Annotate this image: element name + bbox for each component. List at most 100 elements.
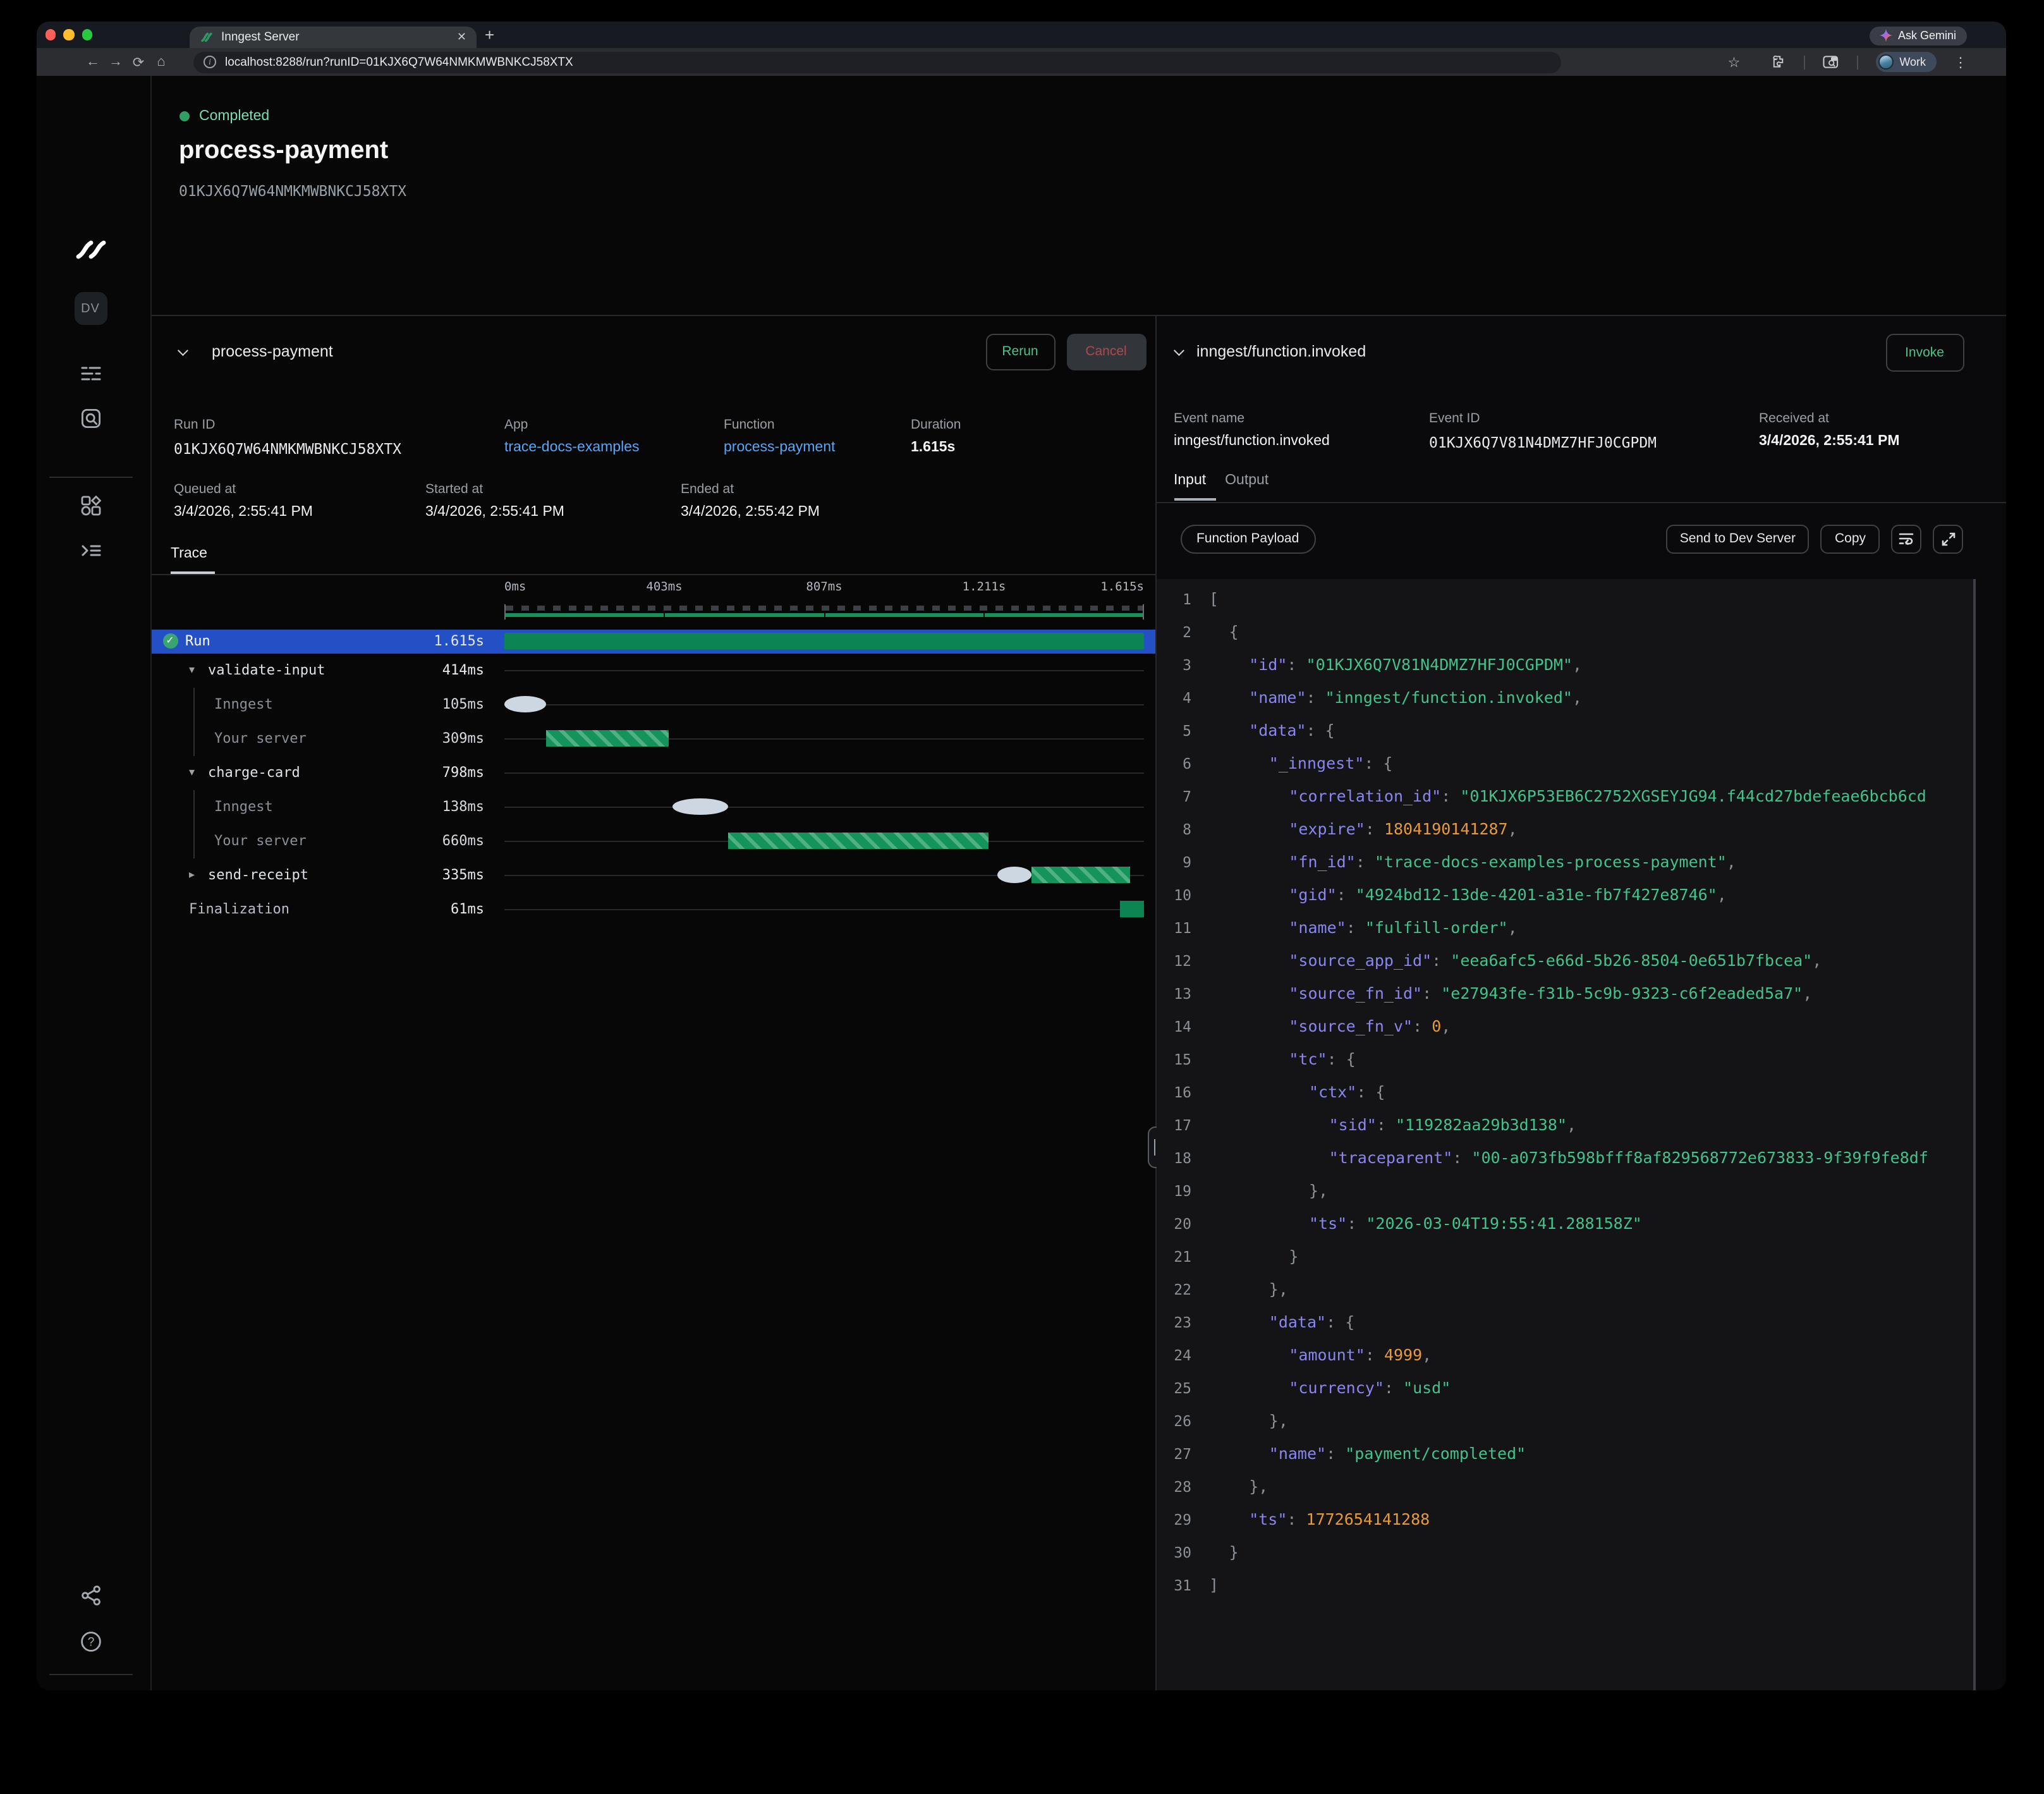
- browser-menu-icon[interactable]: ⋮: [1954, 54, 1968, 70]
- word-wrap-icon[interactable]: [1891, 524, 1921, 553]
- code-line: 21}: [1156, 1240, 1973, 1272]
- trace-row-your-server[interactable]: Your server309ms: [151, 721, 1155, 755]
- runs-filter-icon[interactable]: [80, 364, 100, 383]
- code-lines[interactable]: 1[2{3"id": "01KJX6Q7V81N4DMZ7HFJ0CGPDM",…: [1156, 578, 1973, 1690]
- span-bar[interactable]: [1120, 901, 1144, 917]
- timeline-track: [504, 772, 1144, 774]
- collapse-chevron-icon[interactable]: [177, 345, 188, 355]
- span-bar[interactable]: [673, 798, 727, 815]
- url-text[interactable]: localhost:8288/run?runID=01KJX6Q7W64NMKM…: [225, 55, 573, 69]
- timeline-axis: 0ms403ms807ms1.211s1.615s: [504, 580, 1144, 596]
- tab-input[interactable]: Input: [1174, 472, 1206, 487]
- back-button[interactable]: ←: [82, 54, 104, 70]
- span-label: Inngest: [214, 798, 273, 815]
- chevron-right-icon[interactable]: ▸: [189, 868, 195, 882]
- code-line: 27"name": "payment/completed": [1156, 1437, 1973, 1470]
- forward-button[interactable]: →: [104, 54, 127, 70]
- profile-name: Work: [1899, 56, 1926, 68]
- bookmark-star-icon[interactable]: ☆: [1728, 54, 1741, 70]
- close-window-button[interactable]: [45, 29, 56, 40]
- address-bar[interactable]: i localhost:8288/run?runID=01KJX6Q7W64NM…: [193, 51, 1561, 73]
- home-button[interactable]: ⌂: [150, 54, 173, 70]
- copy-button[interactable]: Copy: [1821, 524, 1880, 553]
- span-timeline: [504, 892, 1144, 926]
- environment-badge[interactable]: DV: [74, 292, 107, 325]
- code-line: 31]: [1156, 1568, 1973, 1601]
- function-label: Function: [724, 417, 775, 432]
- span-bar[interactable]: [1031, 867, 1130, 883]
- help-icon[interactable]: ?: [80, 1631, 101, 1652]
- toolbar-right: ☆ Work ⋮: [1728, 48, 2005, 76]
- minimize-window-button[interactable]: [63, 29, 74, 40]
- page-title: process-payment: [179, 137, 388, 166]
- line-number: 14: [1156, 1017, 1209, 1035]
- header-run-id: 01KJX6Q7W64NMKMWBNKCJ58XTX: [179, 182, 406, 200]
- code-scrollbar[interactable]: [1973, 578, 1975, 1690]
- zoom-window-button[interactable]: [82, 29, 92, 40]
- profile-chip[interactable]: Work: [1875, 52, 1936, 72]
- code-line: 29"ts": 1772654141288: [1156, 1503, 1973, 1535]
- line-number: 15: [1156, 1050, 1209, 1068]
- line-number: 20: [1156, 1214, 1209, 1232]
- invoke-button[interactable]: Invoke: [1885, 333, 1964, 371]
- tab-output[interactable]: Output: [1225, 472, 1268, 487]
- share-icon[interactable]: [80, 1585, 100, 1606]
- expand-icon[interactable]: [1933, 524, 1963, 553]
- inngest-logo-icon[interactable]: [70, 239, 111, 260]
- line-number: 23: [1156, 1313, 1209, 1331]
- started-at-value: 3/4/2026, 2:55:41 PM: [425, 504, 564, 519]
- queued-at-value: 3/4/2026, 2:55:41 PM: [174, 504, 313, 519]
- span-bar[interactable]: [727, 833, 989, 849]
- collapse-chevron-icon[interactable]: [1173, 345, 1184, 355]
- trace-row-charge-card[interactable]: ▾charge-card798ms: [151, 755, 1155, 790]
- browser-tab[interactable]: Inngest Server ✕: [190, 26, 477, 48]
- span-timeline: [504, 858, 1144, 892]
- queued-at-label: Queued at: [174, 481, 236, 496]
- trace-row-run[interactable]: ✓Run1.615s: [151, 629, 1155, 653]
- trace-row-your-server[interactable]: Your server660ms: [151, 824, 1155, 858]
- trace-row-validate-input[interactable]: ▾validate-input414ms: [151, 653, 1155, 687]
- tab-title: Inngest Server: [221, 30, 457, 44]
- code-line: 19},: [1156, 1174, 1973, 1207]
- tab-trace[interactable]: Trace: [171, 546, 207, 561]
- span-bar[interactable]: [997, 867, 1031, 883]
- tab-search-icon[interactable]: [1822, 54, 1839, 70]
- function-payload-chip[interactable]: Function Payload: [1180, 524, 1315, 553]
- chevron-down-icon[interactable]: ▾: [189, 766, 195, 779]
- event-name-value: inngest/function.invoked: [1174, 433, 1330, 448]
- code-line: 9"fn_id": "trace-docs-examples-process-p…: [1156, 845, 1973, 878]
- trace-row-inngest[interactable]: Inngest138ms: [151, 790, 1155, 824]
- line-number: 10: [1156, 886, 1209, 903]
- run-id-label: Run ID: [174, 417, 215, 432]
- axis-label: 0ms: [504, 580, 526, 594]
- rerun-button[interactable]: Rerun: [985, 333, 1055, 370]
- cancel-button[interactable]: Cancel: [1066, 333, 1146, 370]
- line-number: 17: [1156, 1116, 1209, 1133]
- app-link[interactable]: trace-docs-examples: [504, 439, 639, 455]
- duration-label: Duration: [911, 417, 961, 432]
- span-bar[interactable]: [504, 633, 1144, 649]
- apps-icon[interactable]: [80, 496, 100, 516]
- site-info-icon[interactable]: i: [204, 56, 216, 68]
- send-to-dev-server-button[interactable]: Send to Dev Server: [1666, 524, 1810, 553]
- trace-row-finalization[interactable]: Finalization61ms: [151, 892, 1155, 926]
- new-tab-button[interactable]: +: [485, 25, 494, 44]
- timeline-track: [504, 909, 1144, 910]
- trace-row-send-receipt[interactable]: ▸send-receipt335ms: [151, 858, 1155, 892]
- timeline-minimap[interactable]: [504, 605, 1144, 619]
- event-search-icon[interactable]: [80, 408, 100, 429]
- span-bar[interactable]: [504, 696, 546, 712]
- span-bar[interactable]: [546, 730, 669, 747]
- code-line: 28},: [1156, 1470, 1973, 1503]
- browser-tab-bar: Inngest Server ✕ + Ask Gemini: [36, 21, 2005, 48]
- extensions-icon[interactable]: [1770, 54, 1785, 70]
- trace-tabrow-border: [151, 574, 1155, 575]
- tab-close-icon[interactable]: ✕: [457, 30, 466, 44]
- function-link[interactable]: process-payment: [724, 439, 835, 455]
- trace-row-inngest[interactable]: Inngest105ms: [151, 687, 1155, 721]
- chevron-down-icon[interactable]: ▾: [189, 663, 195, 677]
- span-timeline: [504, 755, 1144, 790]
- dev-server-log-icon[interactable]: [80, 541, 100, 560]
- ask-gemini-button[interactable]: Ask Gemini: [1870, 26, 1966, 46]
- reload-button[interactable]: ⟳: [127, 54, 150, 70]
